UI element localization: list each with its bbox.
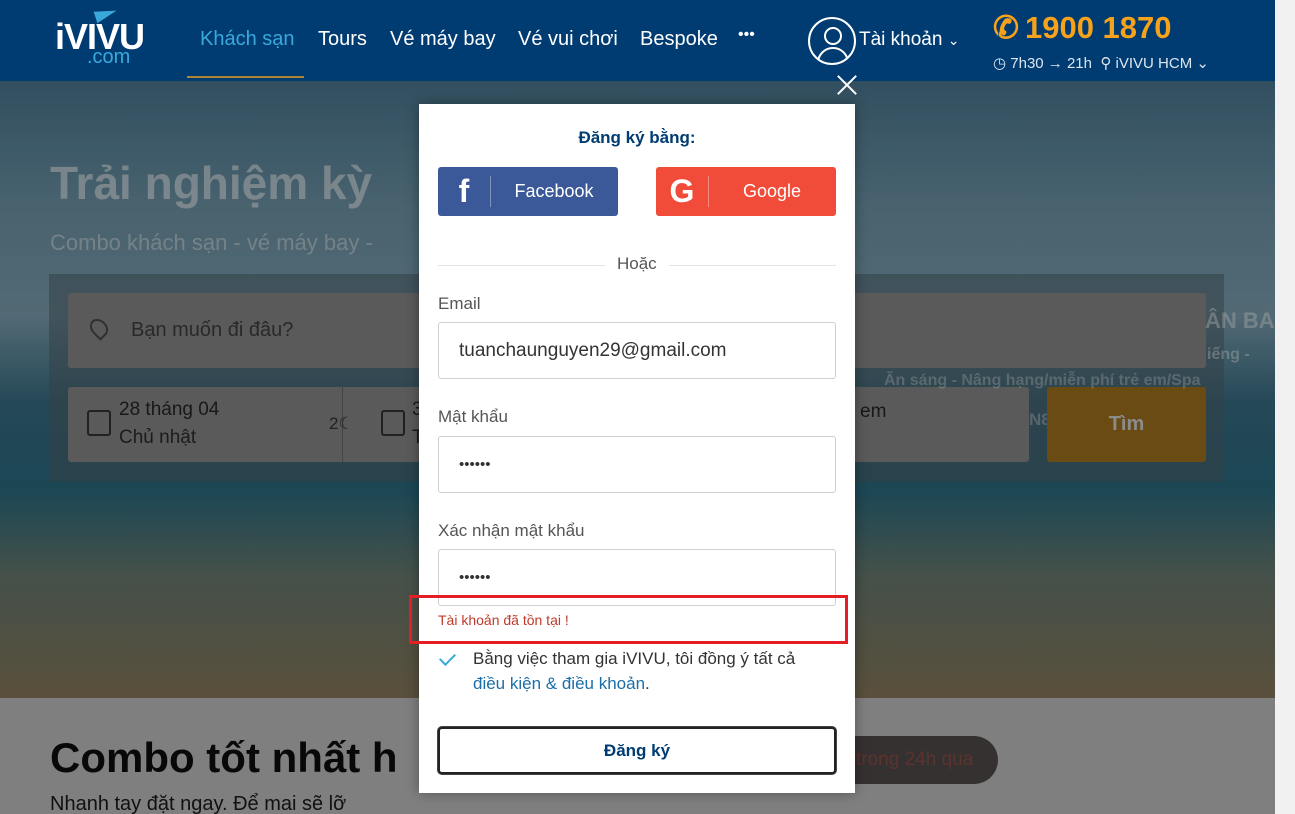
- nav-attractions[interactable]: Vé vui chơi: [518, 28, 618, 51]
- location-pin-icon: ⚲: [1100, 55, 1112, 72]
- nav-more-icon[interactable]: •••: [738, 26, 755, 44]
- error-highlight-box: [409, 595, 848, 644]
- password-field[interactable]: ••••••: [438, 436, 836, 493]
- office-text: iVIVU HCM: [1115, 55, 1193, 72]
- google-label: Google: [742, 181, 802, 201]
- nav-bespoke[interactable]: Bespoke: [640, 28, 718, 51]
- hotline-number: 1900 1870: [1024, 10, 1172, 45]
- clock-icon: ◷: [993, 55, 1007, 72]
- terms-checkbox[interactable]: [439, 650, 457, 668]
- facebook-signup-button[interactable]: f Facebook: [438, 167, 618, 216]
- user-avatar-icon[interactable]: [808, 17, 856, 65]
- nav-hotels[interactable]: Khách sạn: [200, 28, 295, 51]
- opening-hours[interactable]: ◷ 7h30 → 21h ⚲ iVIVU HCM ⌄: [993, 54, 1209, 72]
- facebook-label: Facebook: [514, 181, 594, 201]
- register-button[interactable]: Đăng ký: [438, 727, 836, 774]
- ivivu-logo[interactable]: iVIVU .com: [55, 4, 150, 70]
- close-icon[interactable]: [836, 74, 858, 96]
- account-menu[interactable]: Tài khoản ⌄: [859, 29, 959, 51]
- hours-text: 7h30 → 21h: [1010, 55, 1092, 72]
- or-label: Hoặc: [605, 254, 669, 274]
- account-label: Tài khoản: [859, 29, 943, 50]
- chevron-down-icon: ⌄: [1196, 55, 1209, 72]
- scrollbar[interactable]: [1275, 0, 1295, 814]
- terms-text: Bằng việc tham gia iVIVU, tôi đồng ý tất…: [473, 649, 796, 668]
- phone-icon: ✆: [993, 10, 1019, 45]
- password-label: Mật khẩu: [438, 407, 508, 426]
- google-icon: G: [669, 173, 695, 209]
- hotline[interactable]: ✆ 1900 1870: [993, 10, 1172, 46]
- google-signup-button[interactable]: G Google: [656, 167, 836, 216]
- active-tab-indicator: [187, 76, 304, 78]
- register-modal: Đăng ký bằng: f Facebook G Google Hoặc E…: [419, 104, 855, 793]
- nav-flights[interactable]: Vé máy bay: [390, 28, 496, 51]
- logo-domain: .com: [87, 46, 131, 68]
- terms-line: điều kiện & điều khoản.: [473, 674, 650, 693]
- terms-link[interactable]: điều kiện & điều khoản: [473, 674, 645, 693]
- nav-tours[interactable]: Tours: [318, 28, 367, 51]
- email-label: Email: [438, 294, 481, 313]
- modal-title: Đăng ký bằng:: [578, 128, 696, 147]
- facebook-icon: f: [458, 173, 470, 209]
- email-field[interactable]: tuanchaunguyen29@gmail.com: [438, 322, 836, 379]
- confirm-password-label: Xác nhận mật khẩu: [438, 521, 585, 540]
- chevron-down-icon: ⌄: [947, 32, 960, 48]
